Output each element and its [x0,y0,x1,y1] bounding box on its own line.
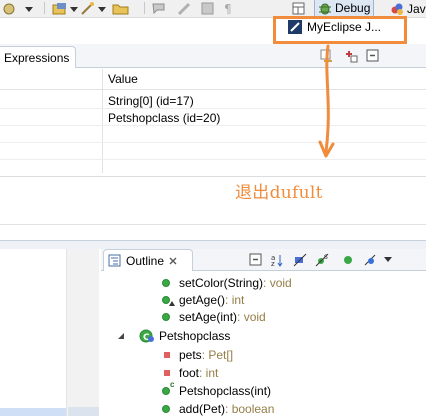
dropdown-arrow-icon[interactable] [70,1,78,16]
dropdown-arrow-icon[interactable] [98,1,106,16]
outline-item-name: Petshopclass(int) [179,383,272,398]
open-folder-icon[interactable] [112,1,130,16]
toolbar-separator [144,2,145,14]
public-method-overrides-icon [161,294,175,306]
close-icon[interactable] [168,256,178,266]
class-icon: C [139,329,154,343]
row-value: String[0] (id=17) [108,94,194,108]
outline-item-name: setColor(String) [179,275,264,290]
outline-view: Outline az S setColor(String) : void get… [101,249,426,416]
open-perspective-icon[interactable] [292,1,306,16]
wand-icon[interactable] [80,1,96,16]
override-marker-icon [169,300,175,306]
toolbar-separator [44,2,45,14]
outline-item-class-petshopclass[interactable]: C Petshopclass [117,327,230,344]
expressions-tabbar: Expressions [0,44,426,68]
horizontal-scrollbar[interactable] [0,224,426,240]
scrollbar-thumb[interactable] [68,407,99,416]
outline-item-constructor[interactable]: c Petshopclass(int) [161,380,272,399]
outline-item-pets[interactable]: pets : Pet[] [161,346,233,363]
outline-item-type: : boolean [225,401,275,416]
public-method-icon [161,277,173,289]
table-row[interactable]: Petshopclass (id=20) [0,109,426,126]
hide-non-public-icon[interactable] [341,253,355,267]
debug-run-icon[interactable] [2,1,16,16]
table-row[interactable] [0,126,426,143]
highlight-box [273,16,407,44]
outline-item-type: : void [237,309,266,324]
row-value: Petshopclass (id=20) [108,111,221,125]
annotation-text: 退出dufult [235,183,323,203]
view-menu-icon[interactable] [383,252,393,266]
tab-outline[interactable]: Outline [103,249,193,271]
outline-item-name: getAge() [179,292,226,307]
pencil-icon[interactable] [176,1,192,16]
outline-tabbar: Outline az S [101,249,426,271]
perspective-java[interactable]: Java [387,0,426,17]
outline-item-add[interactable]: add(Pet) : boolean [161,400,274,416]
sort-icon[interactable]: az [271,253,285,267]
expand-arrow-icon[interactable] [117,332,125,340]
svg-text:¶: ¶ [224,2,232,16]
svg-text:S: S [324,254,328,261]
collapse-all-icon[interactable] [366,49,380,63]
java-perspective-icon [391,3,403,15]
outline-item-name: foot [179,365,200,380]
hide-static-icon[interactable]: S [315,253,329,267]
perspective-java-label: Java [407,1,426,16]
perspective-debug[interactable]: Debug [314,0,375,17]
dropdown-arrow-icon[interactable] [24,1,34,16]
selected-row-highlight [0,408,66,416]
table-row[interactable] [0,143,426,160]
outline-item-type: : Pet[] [201,347,234,362]
svg-text:z: z [271,260,275,267]
public-method-icon [161,311,173,323]
annotation-icon[interactable] [150,1,168,16]
perspective-debug-label: Debug [335,1,371,15]
annotation-arrow-icon [318,44,335,158]
hide-local-types-icon[interactable] [363,253,377,267]
outline-item-type: : void [263,275,292,290]
table-row[interactable] [0,160,426,177]
table-row[interactable]: String[0] (id=17) [0,92,426,109]
tab-expressions-label: Expressions [4,51,70,65]
outline-item-type: : int [225,292,245,307]
outline-item-type: : int [199,365,219,380]
left-pane [0,249,99,416]
sash-divider[interactable] [0,240,426,249]
paragraph-icon[interactable]: ¶ [222,1,236,16]
collapse-all-icon[interactable] [249,253,263,267]
hide-fields-icon[interactable] [293,253,307,267]
outline-item-foot[interactable]: foot : int [161,364,218,381]
expressions-view: Expressions Value String[0] (id=17) Pets… [0,44,426,240]
private-field-icon [161,349,173,361]
expressions-column-header: Value [0,69,426,90]
private-field-icon [161,367,173,379]
save-icon[interactable] [200,1,216,16]
tab-expressions[interactable]: Expressions [0,46,76,68]
outline-item-name: add(Pet) [179,401,226,416]
outline-item-name: setAge(int) [179,309,238,324]
column-header-value[interactable]: Value [108,72,138,86]
outline-item-setage[interactable]: setAge(int) : void [161,308,266,325]
outline-item-getage[interactable]: getAge() : int [161,291,244,308]
outline-item-setcolor[interactable]: setColor(String) : void [161,274,292,291]
open-type-icon[interactable] [52,1,68,16]
outline-item-name: Petshopclass [159,328,231,343]
vertical-scrollbar[interactable] [66,249,99,416]
bug-icon [319,3,331,15]
outline-item-name: pets [179,347,202,362]
constructor-icon: c [161,380,174,397]
outline-icon [108,254,121,266]
public-method-icon [161,403,173,415]
tab-outline-label: Outline [126,253,165,268]
